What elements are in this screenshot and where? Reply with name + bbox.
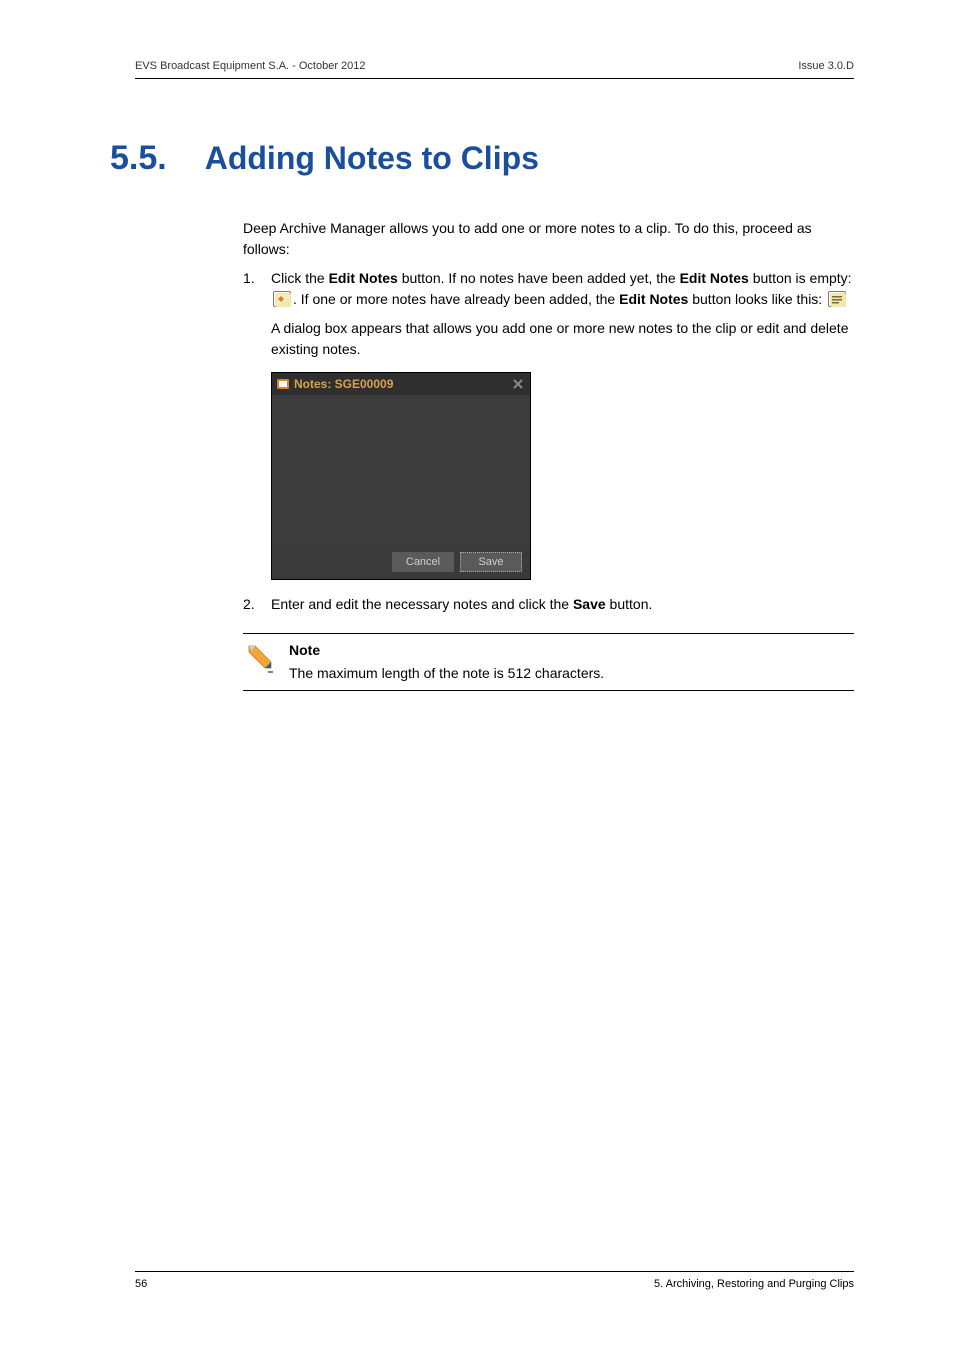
intro-paragraph: Deep Archive Manager allows you to add o…: [243, 218, 854, 260]
header-left: EVS Broadcast Equipment S.A. - October 2…: [135, 60, 366, 72]
section-title: Adding Notes to Clips: [205, 140, 539, 177]
note-text: Note The maximum length of the note is 5…: [289, 640, 604, 684]
notes-dialog: Notes: SGE00009 Cancel Save: [271, 372, 531, 580]
step1-bold1: Edit Notes: [329, 270, 398, 286]
step1-mid1: button. If no notes have been added yet,…: [398, 270, 680, 286]
dialog-footer: Cancel Save: [272, 545, 530, 579]
step-1: Click the Edit Notes button. If no notes…: [243, 268, 854, 580]
section-heading: 5.5. Adding Notes to Clips: [110, 139, 854, 178]
step1-mid3: . If one or more notes have already been…: [293, 291, 619, 307]
edit-notes-empty-icon: [273, 291, 291, 307]
step1-after: A dialog box appears that allows you add…: [271, 318, 854, 360]
pencil-icon: [243, 642, 277, 676]
dialog-body[interactable]: [272, 395, 530, 545]
step2-bold1: Save: [573, 596, 606, 612]
step2-post: button.: [606, 596, 653, 612]
step1-text-pre: Click the: [271, 270, 329, 286]
note-box: Note The maximum length of the note is 5…: [243, 633, 854, 691]
dialog-title-icon: [276, 377, 290, 391]
header-right: Issue 3.0.D: [798, 60, 854, 72]
step1-bold2: Edit Notes: [680, 270, 749, 286]
page-footer: 56 5. Archiving, Restoring and Purging C…: [135, 1271, 854, 1290]
close-icon[interactable]: [510, 376, 526, 392]
cancel-button[interactable]: Cancel: [392, 552, 454, 572]
dialog-titlebar: Notes: SGE00009: [272, 373, 530, 395]
note-title: Note: [289, 640, 604, 661]
step-2: Enter and edit the necessary notes and c…: [243, 594, 854, 615]
page-header: EVS Broadcast Equipment S.A. - October 2…: [135, 60, 854, 79]
step1-mid4: button looks like this:: [688, 291, 826, 307]
note-body: The maximum length of the note is 512 ch…: [289, 665, 604, 681]
save-button[interactable]: Save: [460, 552, 522, 572]
dialog-title-text: Notes: SGE00009: [294, 375, 393, 393]
chapter-label: 5. Archiving, Restoring and Purging Clip…: [654, 1278, 854, 1290]
body-content: Deep Archive Manager allows you to add o…: [243, 218, 854, 691]
edit-notes-filled-icon: [828, 291, 846, 307]
page-number: 56: [135, 1278, 147, 1290]
section-number: 5.5.: [110, 139, 167, 178]
step2-pre: Enter and edit the necessary notes and c…: [271, 596, 573, 612]
step1-bold3: Edit Notes: [619, 291, 688, 307]
step1-mid2: button is empty:: [749, 270, 852, 286]
